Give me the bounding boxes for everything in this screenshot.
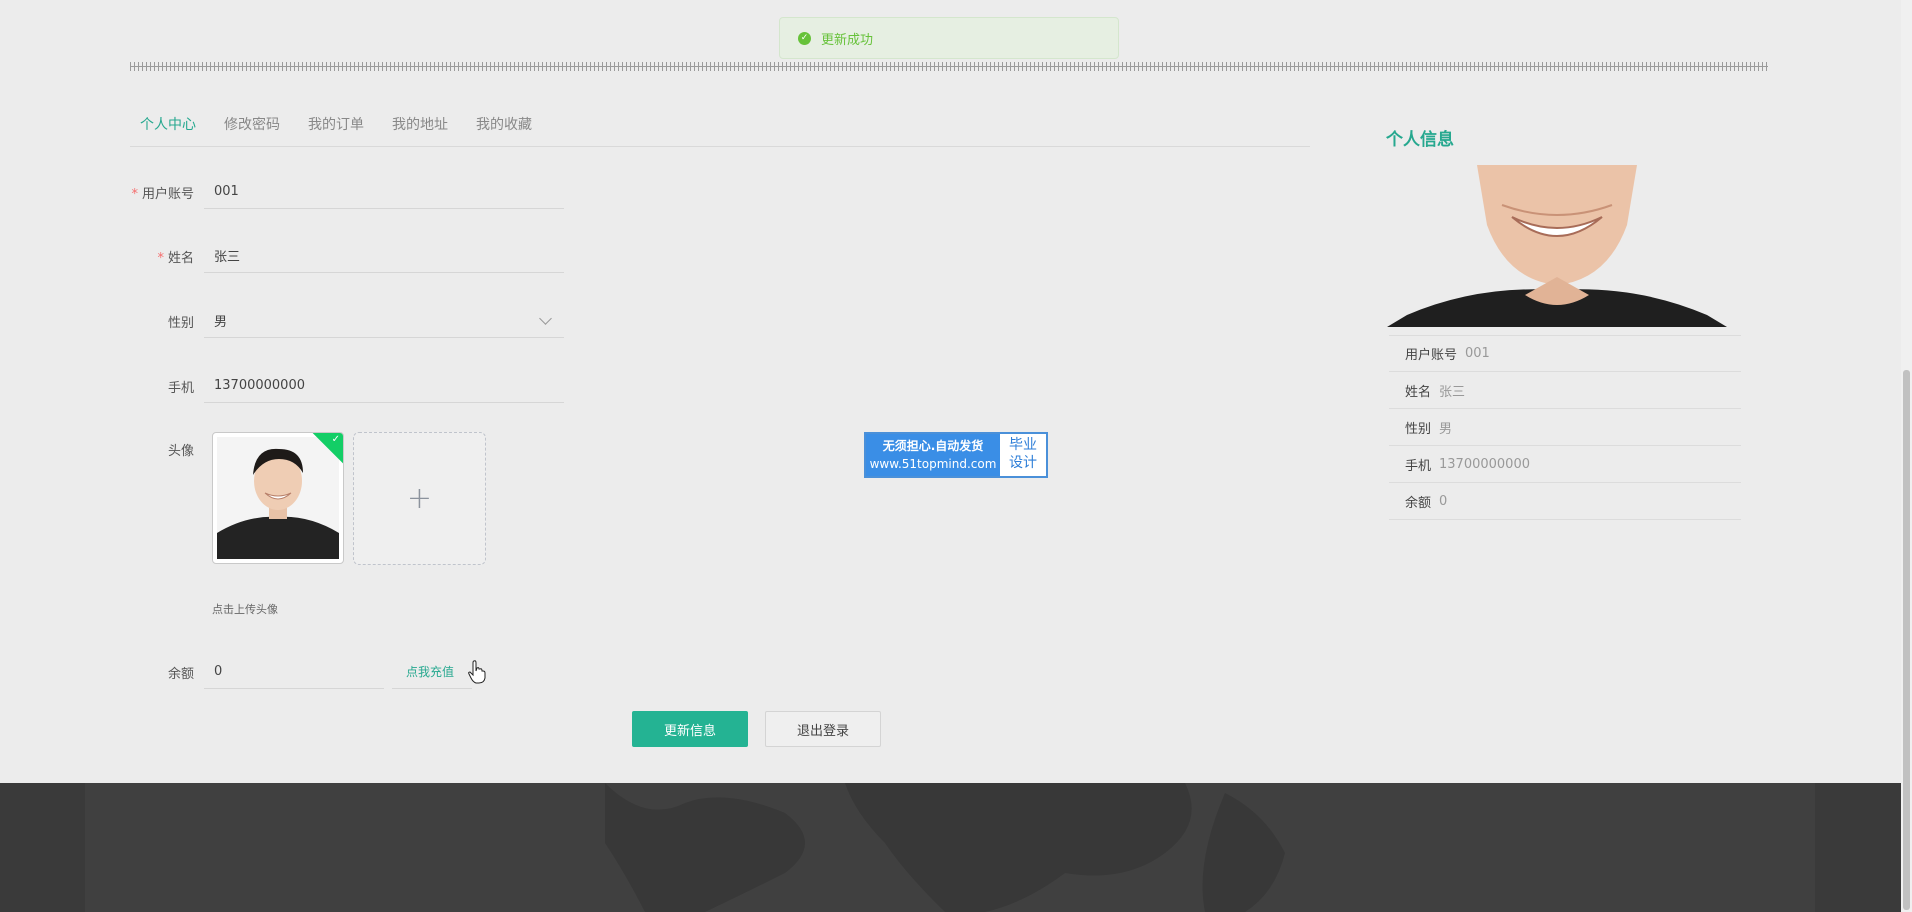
avatar-upload-button[interactable]: + xyxy=(353,432,486,565)
success-toast: ✓ 更新成功 xyxy=(779,17,1119,59)
chevron-down-icon xyxy=(539,312,552,325)
profile-info-value: 男 xyxy=(1439,421,1453,437)
balance-label: 余额 xyxy=(167,666,194,682)
plus-icon: + xyxy=(406,481,433,516)
profile-photo xyxy=(1387,165,1727,327)
recharge-link[interactable]: 点我充值 xyxy=(392,655,472,689)
profile-info-item: 余额 0 xyxy=(1389,483,1741,520)
profile-info-item: 用户账号 001 xyxy=(1389,335,1741,372)
watermark-right-line2: 设计 xyxy=(1009,455,1037,471)
watermark-banner: 无须担心.自动发货 www.51topmind.com 毕业 设计 xyxy=(864,432,1048,478)
profile-info-value: 13700000000 xyxy=(1439,456,1530,472)
watermark-right: 毕业 设计 xyxy=(1000,434,1046,476)
balance-row: 余额 0 点我充值 xyxy=(130,655,472,689)
profile-info-key: 余额 xyxy=(1405,495,1432,511)
name-label: * 姓名 xyxy=(157,250,194,266)
avatar-row: 头像 xyxy=(130,440,204,459)
phone-row: 手机 13700000000 xyxy=(130,369,564,403)
tab-my-address[interactable]: 我的地址 xyxy=(392,108,448,146)
hand-cursor-icon xyxy=(468,660,486,688)
tab-my-orders[interactable]: 我的订单 xyxy=(308,108,364,146)
update-info-button[interactable]: 更新信息 xyxy=(632,711,748,747)
account-label: * 用户账号 xyxy=(131,186,194,202)
profile-info-key: 用户账号 xyxy=(1405,348,1458,363)
profile-info-item: 手机 13700000000 xyxy=(1389,446,1741,483)
avatar-thumbnail[interactable]: ✓ xyxy=(212,432,344,564)
gender-select[interactable]: 男 xyxy=(204,304,564,338)
ruler-divider xyxy=(130,62,1768,72)
watermark-right-line1: 毕业 xyxy=(1009,437,1037,453)
scrollbar-thumb[interactable] xyxy=(1903,370,1910,910)
avatar-hint: 点击上传头像 xyxy=(212,603,278,616)
watermark-slogan: 无须担心.自动发货 xyxy=(882,439,984,453)
watermark-left: 无须担心.自动发货 www.51topmind.com xyxy=(866,434,1000,476)
toast-message: 更新成功 xyxy=(821,32,874,48)
tab-my-favorites[interactable]: 我的收藏 xyxy=(476,108,532,146)
balance-input[interactable]: 0 xyxy=(204,655,384,689)
profile-info-key: 姓名 xyxy=(1405,384,1432,400)
check-icon: ✓ xyxy=(331,434,340,445)
page-footer xyxy=(0,783,1912,912)
avatar-image xyxy=(217,437,339,559)
profile-info-key: 手机 xyxy=(1405,458,1432,474)
avatar-label: 头像 xyxy=(167,444,194,459)
profile-info-item: 姓名 张三 xyxy=(1389,372,1741,409)
profile-info-value: 0 xyxy=(1439,493,1448,509)
phone-input[interactable]: 13700000000 xyxy=(204,369,564,403)
gender-row: 性别 男 xyxy=(130,304,564,338)
success-check-icon: ✓ xyxy=(798,31,811,45)
user-center-tabs: 个人中心 修改密码 我的订单 我的地址 我的收藏 xyxy=(130,108,1310,147)
gender-label: 性别 xyxy=(167,315,194,331)
tab-profile[interactable]: 个人中心 xyxy=(140,108,196,146)
account-row: * 用户账号 001 xyxy=(130,175,564,209)
watermark-url: www.51topmind.com xyxy=(869,457,997,471)
profile-info-title: 个人信息 xyxy=(1386,130,1454,150)
profile-info-item: 性别 男 xyxy=(1389,409,1741,446)
gender-selected-value: 男 xyxy=(214,315,228,330)
vertical-scrollbar[interactable] xyxy=(1901,0,1912,912)
name-row: * 姓名 张三 xyxy=(130,239,564,273)
account-input[interactable]: 001 xyxy=(204,175,564,209)
profile-info-key: 性别 xyxy=(1405,421,1432,437)
profile-info-list: 用户账号 001 姓名 张三 性别 男 手机 13700000000 余额 0 xyxy=(1389,335,1741,520)
profile-info-value: 001 xyxy=(1465,346,1490,361)
profile-info-value: 张三 xyxy=(1439,384,1466,400)
phone-label: 手机 xyxy=(167,380,194,396)
footer-world-map xyxy=(85,783,1815,912)
tab-change-password[interactable]: 修改密码 xyxy=(224,108,280,146)
logout-button[interactable]: 退出登录 xyxy=(765,711,881,747)
name-input[interactable]: 张三 xyxy=(204,239,564,273)
